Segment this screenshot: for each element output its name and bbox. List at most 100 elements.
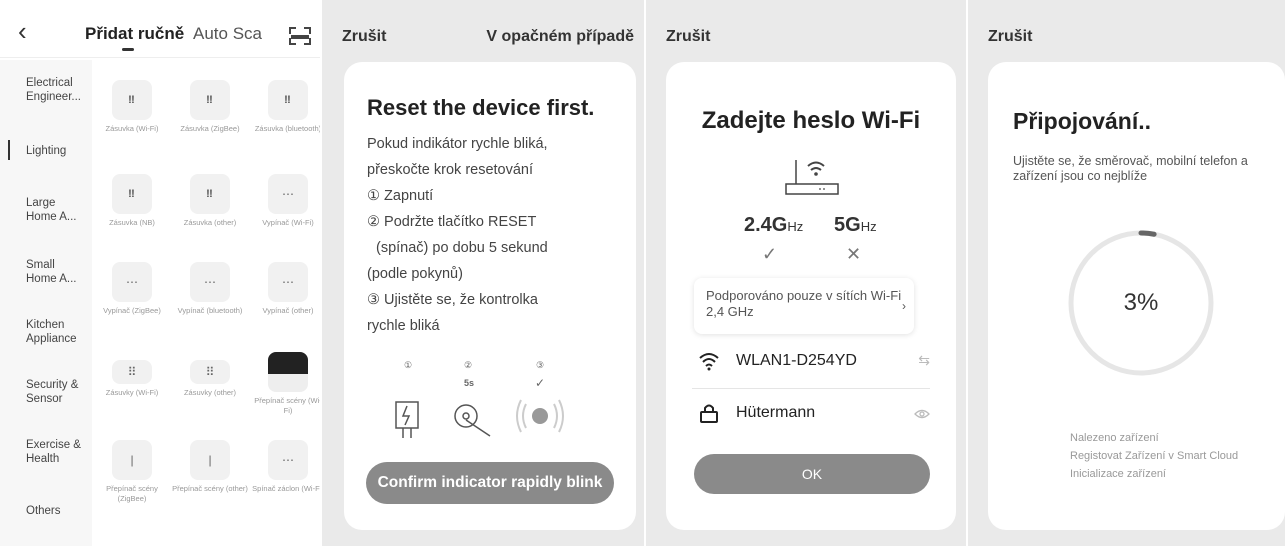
reset-steps-illustration: ① ② ③ 5s ✓ [394,360,594,440]
device-tile[interactable]: ⋯ Spínač záclon (Wi-Fi) [250,440,320,494]
category-others[interactable]: Others [26,504,61,518]
category-electrical[interactable]: Electrical Engineer... [26,76,88,104]
active-category-indicator [8,140,10,160]
socket-icon: ‼ [190,174,230,214]
press-button-icon [454,404,491,437]
eye-icon[interactable] [914,408,930,420]
router-icon [785,160,839,195]
device-tile[interactable]: ‼ Zásuvka (Wi-Fi) [94,80,170,134]
power-strip-icon: ⠿ [112,360,152,384]
category-exercise[interactable]: Exercise & Health [26,438,86,466]
lock-icon [700,404,718,423]
band-5ghz: 5GHz [834,214,877,236]
reset-device-panel: Zrušit V opačném případě Reset the devic… [322,0,644,546]
page-title: Zadejte heslo Wi-Fi [701,107,921,134]
category-kitchen[interactable]: Kitchen Appliance [26,318,90,346]
switch-icon: ⋯ [190,262,230,302]
check-icon: ✓ [535,376,546,390]
category-sidebar: Electrical Engineer... Lighting Large Ho… [0,60,92,546]
tab-add-manually[interactable]: Přidat ručně [85,24,184,44]
socket-icon: ‼ [112,80,152,120]
reset-card: Reset the device first. Pokud indikátor … [344,62,636,530]
instruction-line: přeskočte krok resetování [367,162,534,178]
divider [692,388,930,389]
device-tile[interactable]: ⋯ Vypínač (ZigBee) [94,262,170,316]
instruction-line: (spínač) po dobu 5 sekund [376,240,548,256]
confirm-blink-button[interactable]: Confirm indicator rapidly blink [366,462,614,504]
scene-switch-icon [268,352,308,392]
band-2-4ghz: 2.4GHz [744,214,804,236]
otherwise-button[interactable]: V opačném případě [486,28,634,46]
cross-icon: ✕ [846,244,862,264]
category-lighting[interactable]: Lighting [26,144,66,158]
connecting-card: Připojování.. Ujistěte se, že směrovač, … [988,62,1285,530]
tab-indicator [122,48,134,51]
device-tile[interactable]: ‼ Zásuvka (NB) [94,174,170,228]
socket-icon: ‼ [112,174,152,214]
device-tile[interactable]: ⋯ Vypínač (Wi-Fi) [250,174,320,228]
category-small-home[interactable]: Small Home A... [26,258,86,286]
blink-indicator-icon [516,399,564,433]
power-strip-icon: ⠿ [190,360,230,384]
device-tile[interactable]: ⠿ Zásuvky (other) [172,352,248,398]
device-tile[interactable]: ‼ Zásuvka (bluetooth) [250,80,320,134]
plug-icon [395,401,419,438]
instruction-line: ③ Ujistěte se, že kontrolka [367,292,538,308]
switch-network-icon[interactable]: ⇆ [918,352,930,369]
wifi-card: Zadejte heslo Wi-Fi 2.4GHz 5GHz ✓ ✕ Podp… [666,62,956,530]
device-tile[interactable]: Přepínač scény (Wi-Fi) [250,352,320,416]
scene-switch-icon: | [190,440,230,480]
device-tile[interactable]: ⠿ Zásuvky (Wi-Fi) [94,352,170,398]
category-security[interactable]: Security & Sensor [26,378,86,406]
ssid-value: WLAN1-D254YD [736,352,857,369]
wifi-password-panel: Zrušit Zadejte heslo Wi-Fi 2.4GHz 5GHz ✓… [646,0,966,546]
device-tile[interactable]: | Přepínač scény (ZigBee) [94,440,170,504]
device-tile[interactable]: ‼ Zásuvka (ZigBee) [172,80,248,134]
socket-icon: ‼ [190,80,230,120]
cancel-button[interactable]: Zrušit [342,28,386,46]
device-tile[interactable]: ‼ Zásuvka (other) [172,174,248,228]
instruction-line: ② Podržte tlačítko RESET [367,214,537,230]
steps-icons [395,399,564,438]
ok-button[interactable]: OK [694,454,930,494]
device-tile[interactable]: ⋯ Vypínač (other) [250,262,320,316]
page-title: Připojování.. [1013,108,1152,134]
instruction-line: ① Zapnutí [367,188,434,204]
ssid-field[interactable]: WLAN1-D254YD ⇆ [692,340,932,386]
status-line: Inicializace zařízení [1070,468,1166,480]
curtain-switch-icon: ⋯ [268,440,308,480]
password-field[interactable]: Hütermann [692,392,932,438]
wifi-icon [699,353,719,371]
add-device-panel: ‹ Přidat ručně Auto Sca Electrical Engin… [0,0,320,546]
scene-switch-icon: | [112,440,152,480]
socket-icon: ‼ [268,80,308,120]
cancel-button[interactable]: Zrušit [988,28,1032,46]
back-icon[interactable]: ‹ [18,18,27,44]
tab-auto-scan[interactable]: Auto Sca [193,24,262,44]
switch-icon: ⋯ [268,262,308,302]
page-title: Reset the device first. [367,95,595,120]
switch-icon: ⋯ [268,174,308,214]
status-line: Registovat Zařízení v Smart Cloud [1070,450,1239,462]
header: ‹ Přidat ručně Auto Sca [0,0,320,58]
scan-icon[interactable] [289,27,311,45]
instruction-line: Pokud indikátor rychle bliká, [367,136,548,152]
category-large-home[interactable]: Large Home A... [26,196,86,224]
band-notice[interactable]: Podporováno pouze v sítích Wi-Fi 2,4 GHz… [694,278,914,334]
connecting-panel: Zrušit Připojování.. Ujistěte se, že smě… [968,0,1285,546]
step-time: 5s [464,378,475,388]
step-number: ② [464,360,473,370]
device-tile[interactable]: ⋯ Vypínač (bluetooth) [172,262,248,316]
switch-icon: ⋯ [112,262,152,302]
password-value: Hütermann [736,404,816,421]
instruction-line: rychle bliká [367,318,440,334]
cancel-button[interactable]: Zrušit [666,28,710,46]
progress-label: 3% [1123,289,1159,316]
device-tile[interactable]: | Přepínač scény (other) [172,440,248,494]
chevron-right-icon: › [902,299,906,313]
instruction-line: (podle pokynů) [367,266,463,282]
check-icon: ✓ [762,244,778,264]
status-line: Nalezeno zařízení [1070,432,1159,444]
step-number: ③ [536,360,545,370]
subtitle: Ujistěte se, že směrovač, mobilní telefo… [1013,154,1248,183]
